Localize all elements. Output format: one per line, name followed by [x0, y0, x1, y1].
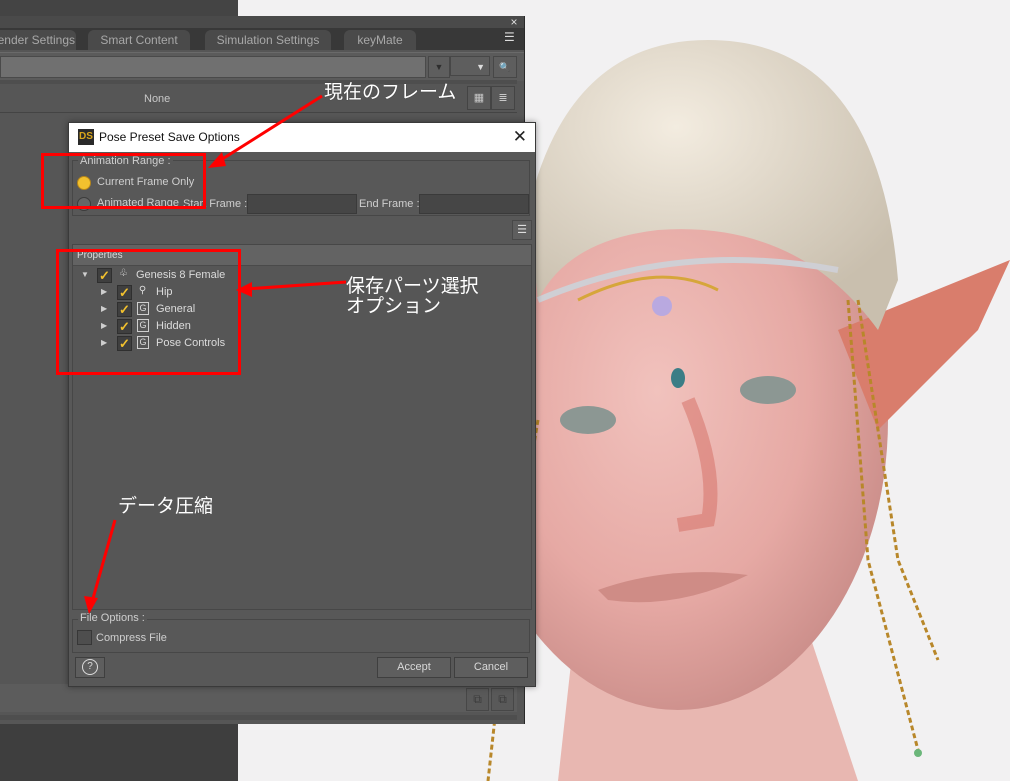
annotation-current-frame: 現在のフレーム [324, 81, 457, 103]
background-panel [0, 724, 238, 781]
horizontal-scrollbar[interactable] [0, 715, 517, 720]
panel-menu-icon[interactable]: ☰ [504, 30, 520, 48]
tab-smart-content[interactable]: Smart Content [88, 30, 190, 50]
file-options-legend: File Options : [78, 612, 147, 624]
annotation-save-parts-line2: オプション [346, 295, 442, 317]
list-header-value: None [144, 93, 171, 105]
tab-simulation-settings[interactable]: Simulation Settings [205, 30, 331, 50]
annotation-box-properties [56, 249, 241, 375]
close-icon[interactable]: ✕ [513, 127, 527, 147]
cancel-button[interactable]: Cancel [454, 657, 528, 678]
pane-titlebar: × [0, 16, 524, 28]
search-icon[interactable]: 🔍 [493, 56, 517, 78]
tab-keymate[interactable]: keyMate [344, 30, 416, 50]
tab-render-settings[interactable]: Render Settings [0, 30, 76, 50]
compress-file-label[interactable]: Compress File [96, 632, 167, 644]
filter-row: ▼ ▼ 🔍 [0, 52, 524, 81]
copy-icon[interactable]: ⧉ [466, 688, 489, 711]
end-frame-input[interactable] [419, 194, 529, 214]
sort-dropdown-button[interactable]: ▼ [450, 56, 490, 76]
start-frame-input[interactable] [247, 194, 357, 214]
filter-dropdown-button[interactable]: ▼ [428, 56, 450, 78]
compress-file-checkbox[interactable] [77, 630, 92, 645]
annotation-data-compress: データ圧縮 [118, 495, 214, 517]
pane-tabs: Render Settings Smart Content Simulation… [0, 28, 524, 50]
pane-footer [0, 684, 517, 712]
dialog-title: Pose Preset Save Options [99, 130, 240, 144]
filter-input[interactable] [0, 56, 426, 78]
grid-view-icon[interactable]: ▦ [467, 86, 491, 110]
help-icon: ? [82, 659, 98, 675]
help-button[interactable]: ? [75, 657, 105, 678]
end-frame-label: End Frame : [359, 198, 420, 210]
annotation-box-animation-range [41, 153, 206, 209]
properties-menu-icon[interactable]: ☰ [512, 220, 532, 240]
close-pane-icon[interactable]: × [508, 16, 520, 28]
dialog-titlebar: DS Pose Preset Save Options ✕ [69, 123, 535, 152]
annotation-save-parts: 保存パーツ選択 [346, 275, 479, 297]
daz-studio-logo-icon: DS [78, 129, 94, 145]
list-view-icon[interactable]: ≣ [491, 86, 515, 110]
background-panel [0, 0, 238, 16]
gem-shape [652, 296, 672, 316]
paste-icon[interactable]: ⧉ [491, 688, 514, 711]
accept-button[interactable]: Accept [377, 657, 451, 678]
